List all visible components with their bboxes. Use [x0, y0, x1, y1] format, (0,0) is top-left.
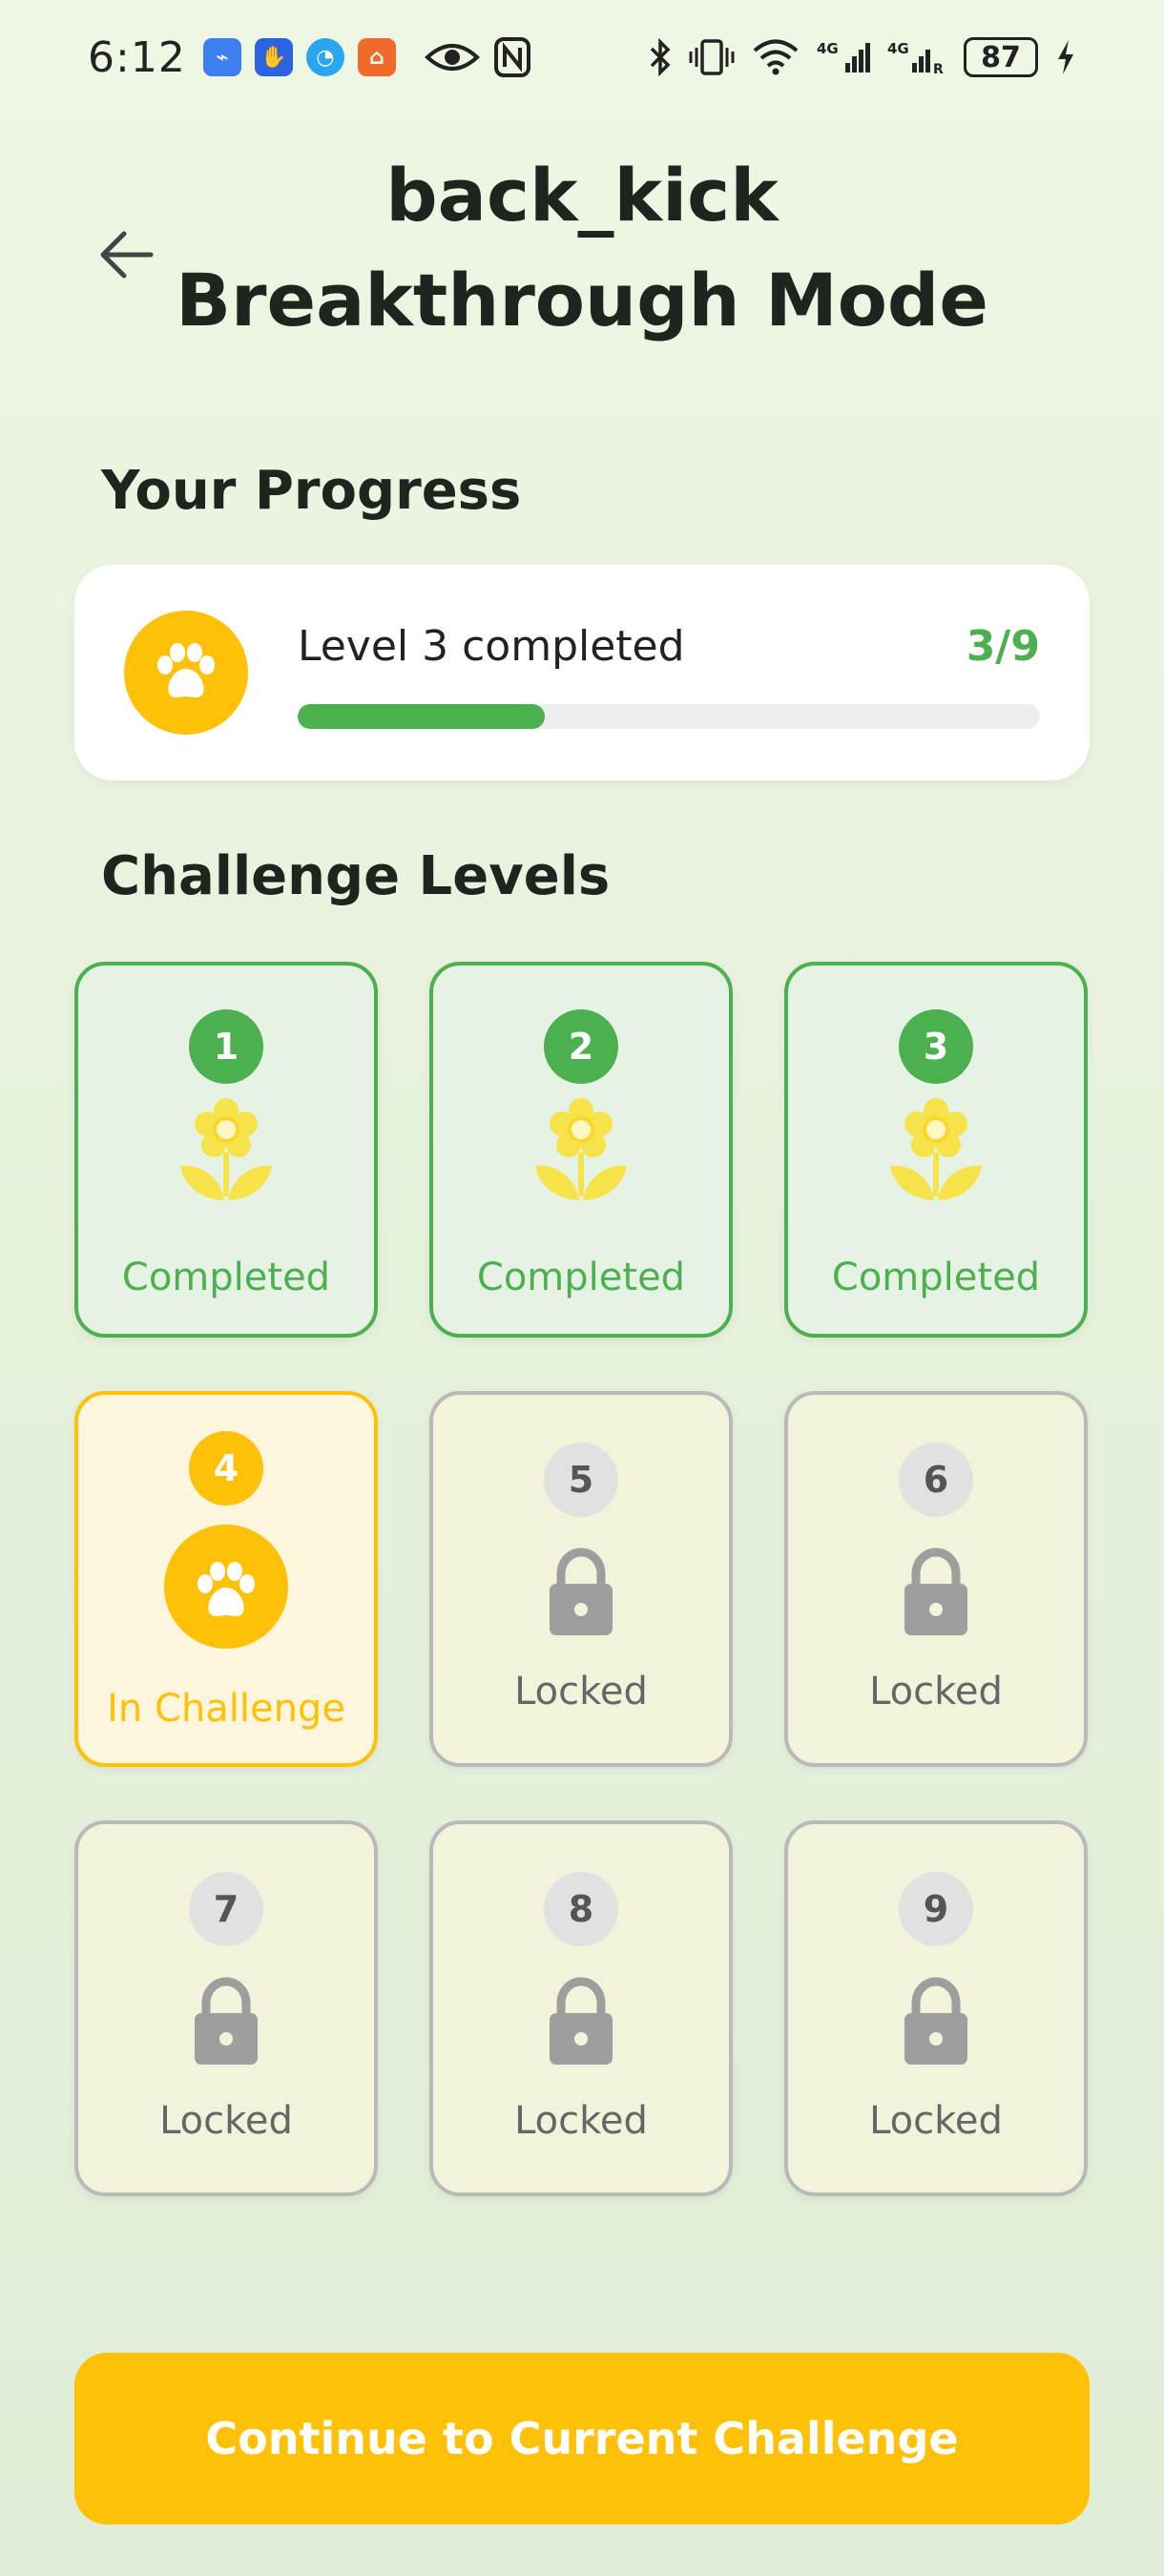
charging-icon	[1058, 40, 1073, 74]
signal-4g-r-icon: 4G R	[887, 40, 944, 76]
level-number: 7	[189, 1872, 263, 1946]
level-number: 6	[899, 1443, 973, 1517]
battery-indicator: 87	[964, 37, 1038, 77]
lock-icon	[546, 1977, 616, 2070]
progress-bar	[298, 704, 1040, 729]
levels-section-title: Challenge Levels	[101, 845, 611, 907]
level-status: Completed	[831, 1256, 1041, 1299]
vibrate-icon	[689, 39, 735, 75]
flower-icon	[888, 1097, 984, 1208]
lock-icon	[901, 1548, 971, 1641]
paw-icon	[164, 1525, 288, 1652]
svg-text:R: R	[933, 62, 944, 76]
status-right: 4G 4G R 87	[649, 37, 1076, 77]
status-bar: 6:12 ⌁ ✋ ◔ ⌂ 4G 4G R 87	[0, 0, 1164, 114]
svg-text:4G: 4G	[887, 40, 909, 57]
lock-icon	[546, 1548, 616, 1641]
progress-card: Level 3 completed 3/9	[74, 565, 1090, 780]
level-status: Locked	[869, 2099, 1003, 2143]
app-icon: ✋	[254, 38, 293, 76]
wifi-icon	[753, 39, 799, 75]
level-number: 8	[544, 1872, 618, 1946]
usb-icon: ⌁	[202, 38, 241, 76]
level-status: Locked	[514, 2099, 648, 2143]
level-number: 1	[189, 1009, 263, 1084]
browser-icon: ◔	[305, 38, 344, 76]
svg-text:4G: 4G	[817, 40, 839, 57]
level-status: Locked	[159, 2099, 293, 2143]
level-status: Completed	[121, 1256, 331, 1299]
level-card-5[interactable]: 5 Locked	[429, 1391, 733, 1767]
level-card-6[interactable]: 6 Locked	[784, 1391, 1088, 1767]
progress-count: 3/9	[966, 622, 1040, 671]
progress-section-title: Your Progress	[101, 460, 522, 522]
shop-icon: ⌂	[357, 38, 396, 76]
page-title: back_kick	[385, 153, 779, 238]
level-number: 2	[544, 1009, 618, 1084]
flower-icon	[178, 1097, 274, 1208]
nfc-icon	[493, 37, 530, 77]
progress-bar-fill	[298, 704, 546, 729]
bluetooth-icon	[650, 38, 671, 76]
level-card-7[interactable]: 7 Locked	[74, 1820, 378, 2196]
page-subtitle: Breakthrough Mode	[176, 258, 988, 343]
level-status: Completed	[476, 1256, 686, 1299]
signal-4g-icon: 4G	[817, 40, 870, 73]
level-status: In Challenge	[107, 1687, 345, 1731]
level-card-8[interactable]: 8 Locked	[429, 1820, 733, 2196]
notification-icons: ⌁ ✋ ◔ ⌂	[202, 38, 396, 76]
level-number: 5	[544, 1443, 618, 1517]
level-card-4[interactable]: 4 In Challenge	[74, 1391, 378, 1767]
level-card-3[interactable]: 3 Completed	[784, 962, 1088, 1338]
level-card-9[interactable]: 9 Locked	[784, 1820, 1088, 2196]
level-number: 3	[899, 1009, 973, 1084]
progress-label: Level 3 completed	[298, 622, 685, 671]
level-card-1[interactable]: 1 Completed	[74, 962, 378, 1338]
level-number: 4	[189, 1431, 263, 1506]
lock-icon	[191, 1977, 261, 2070]
level-status: Locked	[869, 1670, 1003, 1714]
lock-icon	[901, 1977, 971, 2070]
continue-challenge-button[interactable]: Continue to Current Challenge	[74, 2353, 1090, 2524]
level-number: 9	[899, 1872, 973, 1946]
level-card-2[interactable]: 2 Completed	[429, 962, 733, 1338]
eye-icon	[424, 44, 480, 71]
paw-icon	[124, 611, 248, 735]
flower-icon	[533, 1097, 629, 1208]
level-status: Locked	[514, 1670, 648, 1714]
status-time: 6:12	[88, 32, 186, 82]
